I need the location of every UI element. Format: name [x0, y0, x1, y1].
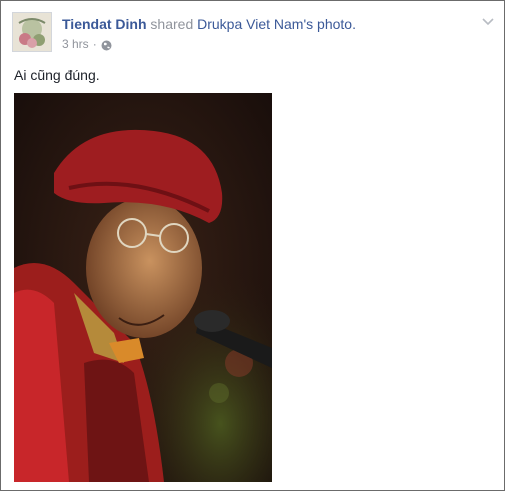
post-meta: 3 hrs · [62, 36, 112, 52]
post-header: Tiendat Dinh shared Drukpa Viet Nam's ph… [62, 15, 356, 33]
globe-icon [101, 39, 112, 50]
post-card: Tiendat Dinh shared Drukpa Viet Nam's ph… [0, 0, 505, 491]
shared-suffix[interactable]: 's photo. [303, 16, 356, 32]
post-caption: Ai cũng đúng. [14, 67, 100, 83]
author-name[interactable]: Tiendat Dinh [62, 16, 147, 32]
separator: · [92, 37, 97, 51]
shared-page-link[interactable]: Drukpa Viet Nam [197, 16, 303, 32]
action-text: shared [150, 16, 194, 32]
chevron-down-icon[interactable] [481, 15, 495, 27]
avatar[interactable] [12, 12, 52, 52]
timestamp[interactable]: 3 hrs [62, 36, 89, 52]
post-photo[interactable] [14, 93, 272, 482]
avatar-image [13, 13, 51, 51]
